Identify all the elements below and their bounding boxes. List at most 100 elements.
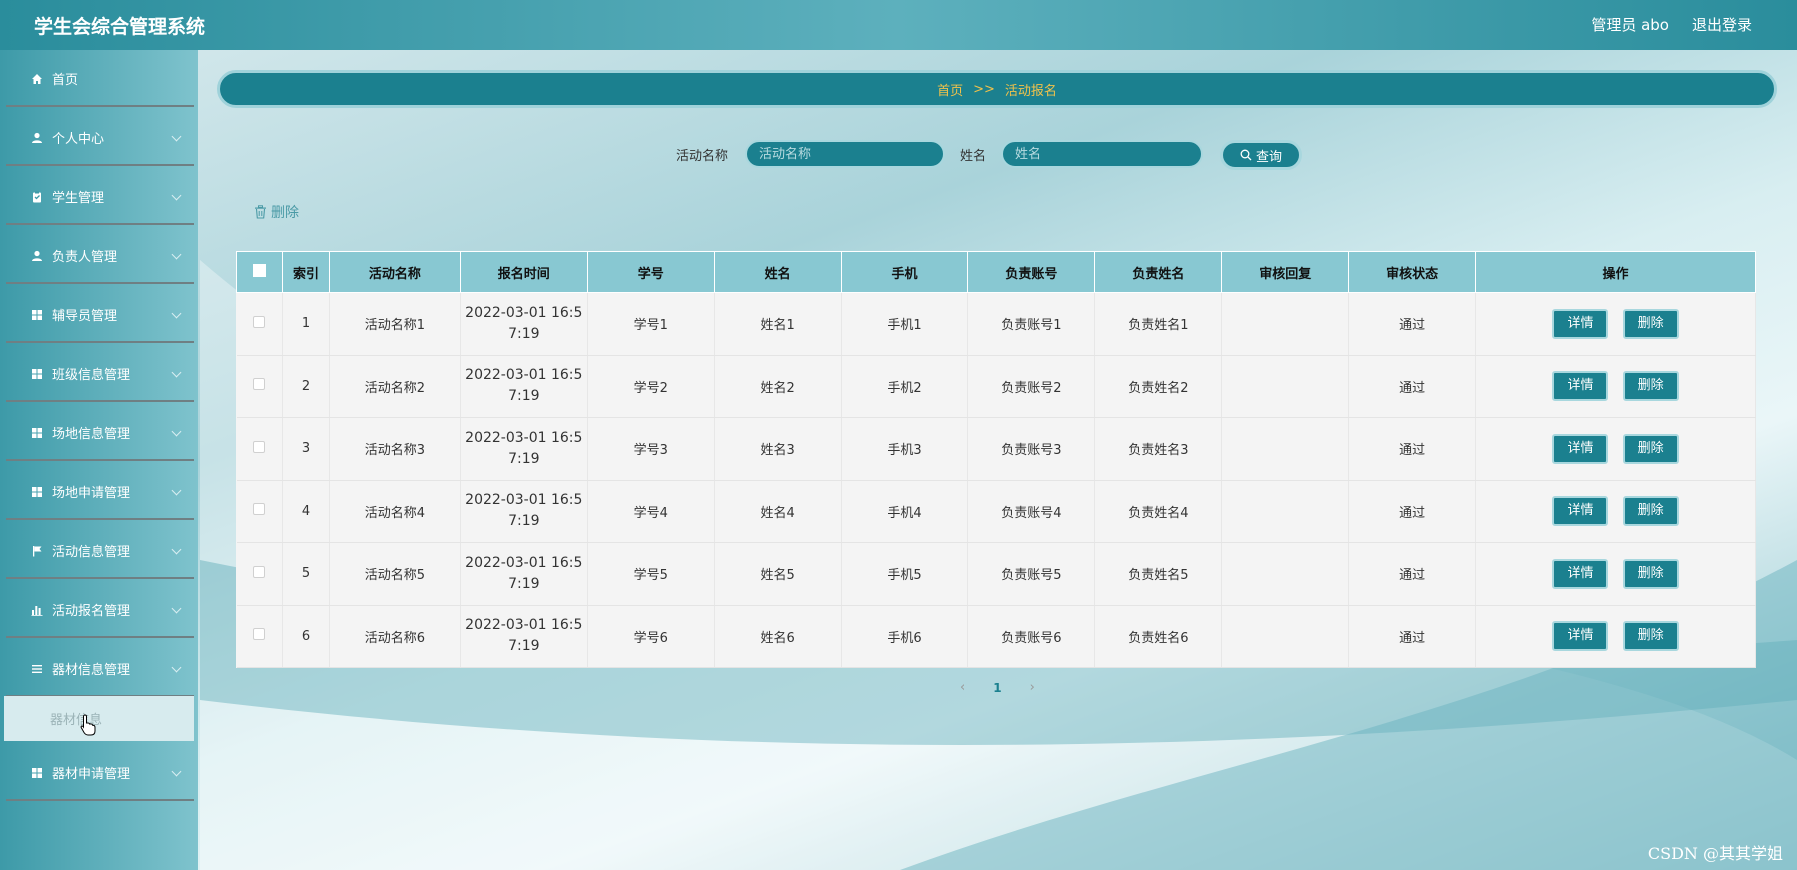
table-row: 3 活动名称3 2022-03-01 16:5 7:19 学号3 姓名3 手机3 …	[236, 417, 1756, 481]
cell-actions: 详情 删除	[1475, 355, 1756, 418]
delete-button[interactable]: 删除	[1622, 558, 1679, 589]
sidebar-item-counselor-management[interactable]: 辅导员管理	[6, 288, 194, 343]
cell-activity: 活动名称6	[329, 605, 461, 668]
cell-student-no: 学号1	[587, 292, 715, 356]
chevron-down-icon	[171, 131, 182, 142]
sidebar-subitem-equipment-info[interactable]: 器材信息	[4, 696, 194, 741]
page-number-current[interactable]: 1	[993, 681, 1001, 695]
table-header-row: 索引 活动名称 报名时间 学号 姓名 手机 负责账号 负责姓名 审核回复 审核状…	[236, 251, 1756, 293]
column-header: 手机	[840, 251, 969, 293]
sidebar-item-class-info[interactable]: 班级信息管理	[6, 347, 194, 402]
row-checkbox[interactable]	[253, 315, 266, 328]
activity-name-input[interactable]	[745, 140, 945, 168]
cell-owner: 负责姓名2	[1094, 355, 1223, 418]
cell-time: 2022-03-01 16:5 7:19	[460, 292, 588, 356]
column-header: 学号	[586, 251, 715, 293]
cell-owner: 负责姓名4	[1094, 480, 1223, 543]
app-title: 学生会综合管理系统	[34, 16, 206, 38]
cell-reply	[1221, 542, 1350, 606]
cell-status: 通过	[1348, 480, 1477, 543]
cell-phone: 手机3	[841, 417, 969, 481]
delete-button[interactable]: 删除	[1622, 496, 1679, 527]
sidebar-item-label: 活动报名管理	[52, 604, 131, 619]
detail-button[interactable]: 详情	[1552, 558, 1609, 589]
current-user: 管理员 abo	[1591, 16, 1669, 34]
cell-phone: 手机6	[841, 605, 969, 668]
sidebar-item-label: 首页	[52, 73, 79, 88]
cell-name: 姓名5	[714, 542, 842, 606]
hand-cursor-icon	[80, 714, 96, 736]
cell-actions: 详情 删除	[1475, 542, 1756, 606]
select-all-checkbox[interactable]	[252, 263, 266, 277]
sidebar-item-venue-application[interactable]: 场地申请管理	[6, 465, 194, 520]
delete-button[interactable]: 删除	[1622, 433, 1679, 464]
cell-time-line1: 2022-03-01 16:5	[465, 304, 583, 321]
sidebar-item-equipment-application[interactable]: 器材申请管理	[6, 746, 194, 801]
logout-link[interactable]: 退出登录	[1692, 14, 1752, 35]
delete-button[interactable]: 删除	[1622, 621, 1679, 652]
cell-owner: 负责姓名5	[1094, 542, 1223, 606]
cell-reply	[1221, 292, 1350, 356]
row-checkbox[interactable]	[253, 378, 266, 391]
sidebar-item-activity-info[interactable]: 活动信息管理	[6, 524, 194, 579]
pagination: ‹ 1 ›	[960, 680, 1035, 695]
cell-owner: 负责姓名1	[1094, 292, 1223, 356]
prev-page-icon[interactable]: ‹	[960, 680, 965, 695]
clipboard-icon	[30, 190, 44, 204]
chevron-down-icon	[171, 544, 182, 555]
batch-delete-button[interactable]: 删除	[254, 202, 299, 222]
sidebar-item-label: 器材申请管理	[52, 767, 131, 782]
cell-time-line2: 7:19	[508, 575, 540, 592]
sidebar-item-owner-management[interactable]: 负责人管理	[6, 229, 194, 284]
row-checkbox[interactable]	[253, 565, 266, 578]
sidebar-item-venue-info[interactable]: 场地信息管理	[6, 406, 194, 461]
sidebar-item-home[interactable]: 首页	[6, 52, 194, 107]
delete-button[interactable]: 删除	[1622, 371, 1679, 402]
detail-button[interactable]: 详情	[1552, 308, 1609, 339]
cell-time-line2: 7:19	[508, 638, 540, 655]
cell-reply	[1221, 605, 1350, 668]
sidebar-item-label: 学生管理	[52, 191, 105, 206]
table-row: 6 活动名称6 2022-03-01 16:5 7:19 学号6 姓名6 手机6 …	[236, 605, 1756, 668]
sidebar-item-equipment-info[interactable]: 器材信息管理	[6, 642, 194, 697]
sidebar-item-label: 负责人管理	[52, 250, 118, 265]
cell-actions: 详情 删除	[1475, 417, 1756, 481]
cell-time: 2022-03-01 16:5 7:19	[460, 480, 588, 543]
table-row: 1 活动名称1 2022-03-01 16:5 7:19 学号1 姓名1 手机1 …	[236, 292, 1756, 356]
detail-button[interactable]: 详情	[1552, 433, 1609, 464]
cell-time-line1: 2022-03-01 16:5	[465, 554, 583, 571]
cell-student-no: 学号5	[587, 542, 715, 606]
cell-student-no: 学号2	[587, 355, 715, 418]
cell-account: 负责账号5	[967, 542, 1096, 606]
sidebar-item-personal-center[interactable]: 个人中心	[6, 111, 194, 166]
delete-button[interactable]: 删除	[1622, 308, 1679, 339]
name-input[interactable]	[1001, 140, 1203, 168]
person-icon	[30, 131, 44, 145]
query-button[interactable]: 查询	[1220, 140, 1302, 170]
sidebar-item-label: 场地申请管理	[52, 486, 131, 501]
row-checkbox[interactable]	[253, 628, 266, 641]
sidebar-item-student-management[interactable]: 学生管理	[6, 170, 194, 225]
cell-time: 2022-03-01 16:5 7:19	[460, 542, 588, 606]
search-icon	[1240, 149, 1252, 161]
cell-phone: 手机2	[841, 355, 969, 418]
row-checkbox[interactable]	[253, 503, 266, 516]
column-header: 审核回复	[1221, 251, 1350, 293]
detail-button[interactable]: 详情	[1552, 371, 1609, 402]
cell-time-line2: 7:19	[508, 388, 540, 405]
list-icon	[30, 662, 44, 676]
breadcrumb-home[interactable]: 首页	[937, 80, 963, 99]
detail-button[interactable]: 详情	[1552, 496, 1609, 527]
grid-icon	[30, 426, 44, 440]
sidebar-item-label: 器材信息管理	[52, 663, 131, 678]
sidebar-item-activity-registration[interactable]: 活动报名管理	[6, 583, 194, 638]
detail-button[interactable]: 详情	[1552, 621, 1609, 652]
cell-status: 通过	[1348, 292, 1477, 356]
select-all-header[interactable]	[236, 251, 283, 293]
sidebar-item-label: 场地信息管理	[52, 427, 131, 442]
next-page-icon[interactable]: ›	[1030, 680, 1035, 695]
breadcrumb-current: 活动报名	[1004, 83, 1057, 99]
row-checkbox[interactable]	[253, 440, 266, 453]
chevron-down-icon	[171, 426, 182, 437]
flag-icon	[30, 544, 44, 558]
